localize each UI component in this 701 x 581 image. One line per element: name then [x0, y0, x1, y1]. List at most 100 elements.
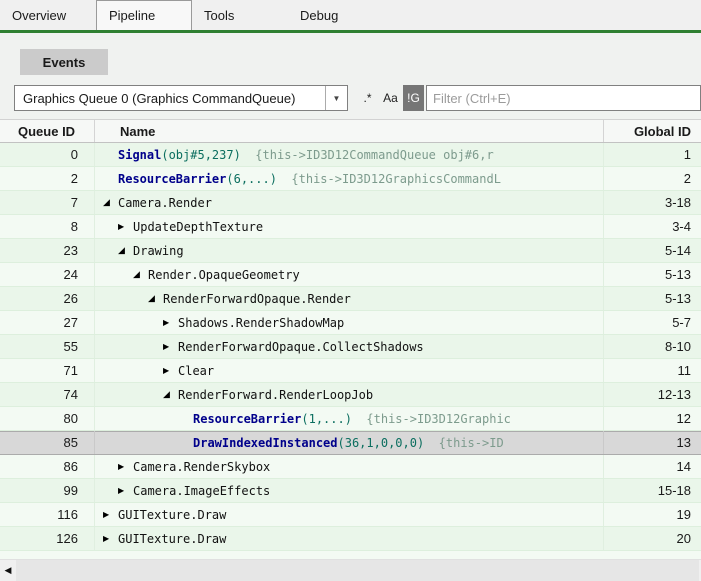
match-case-toggle-button[interactable]: Aa	[380, 85, 401, 111]
marker-label: GUITexture.Draw	[118, 532, 226, 546]
queue-id-cell: 80	[0, 407, 95, 430]
event-row-74[interactable]: 74◢RenderForward.RenderLoopJob12-13	[0, 383, 701, 407]
event-name-cell: ▶GUITexture.Draw	[95, 527, 604, 550]
global-id-cell: 5-14	[604, 239, 701, 262]
event-row-71[interactable]: 71▶Clear11	[0, 359, 701, 383]
event-row-8[interactable]: 8▶UpdateDepthTexture3-4	[0, 215, 701, 239]
global-id-cell: 2	[604, 167, 701, 190]
global-id-cell: 14	[604, 455, 701, 478]
event-name-cell: ▶UpdateDepthTexture	[95, 215, 604, 238]
queue-id-cell: 7	[0, 191, 95, 214]
tree-collapsed-icon[interactable]: ▶	[163, 366, 178, 375]
tree-collapsed-icon[interactable]: ▶	[163, 342, 178, 351]
queue-selector-dropdown[interactable]: Graphics Queue 0 (Graphics CommandQueue)…	[14, 85, 348, 111]
event-row-7[interactable]: 7 ◢Camera.Render 3-18	[0, 191, 701, 215]
tab-pipeline[interactable]: Pipeline	[96, 0, 192, 30]
queue-id-cell: 27	[0, 311, 95, 334]
event-row-80[interactable]: 80ResourceBarrier(1,...) {this->ID3D12Gr…	[0, 407, 701, 431]
global-id-cell: 20	[604, 527, 701, 550]
event-row-0[interactable]: 0 Signal(obj#5,237) {this->ID3D12CommandQ…	[0, 143, 701, 167]
event-name-cell: ResourceBarrier(1,...) {this->ID3D12Grap…	[95, 407, 604, 430]
graphics-filter-toggle-button[interactable]: !G	[403, 85, 424, 111]
marker-label: RenderForwardOpaque.CollectShadows	[178, 340, 424, 354]
events-toolbar: Graphics Queue 0 (Graphics CommandQueue)…	[14, 85, 701, 111]
event-row-85[interactable]: 85DrawIndexedInstanced(36,1,0,0,0) {this…	[0, 431, 701, 455]
queue-id-cell: 8	[0, 215, 95, 238]
queue-id-cell: 126	[0, 527, 95, 550]
horizontal-scrollbar[interactable]: ◀	[0, 559, 701, 581]
tab-debug[interactable]: Debug	[288, 0, 384, 30]
tree-collapsed-icon[interactable]: ▶	[103, 534, 118, 543]
event-name-cell: DrawIndexedInstanced(36,1,0,0,0) {this->…	[95, 431, 604, 454]
queue-id-cell: 23	[0, 239, 95, 262]
global-id-cell: 13	[604, 431, 701, 454]
tree-collapsed-icon[interactable]: ▶	[103, 510, 118, 519]
pix-events-window: OverviewPipelineToolsDebug Events Graphi…	[0, 0, 701, 581]
api-call-args: (obj#5,237)	[161, 148, 240, 162]
column-header-global-id[interactable]: Global ID	[604, 120, 701, 142]
global-id-cell: 5-13	[604, 263, 701, 286]
tree-expanded-icon[interactable]: ◢	[148, 294, 163, 304]
global-id-cell: 12-13	[604, 383, 701, 406]
api-call-name: DrawIndexedInstanced	[193, 436, 338, 450]
queue-id-cell: 0	[0, 143, 95, 166]
event-row-23[interactable]: 23 ◢Drawing 5-14	[0, 239, 701, 263]
chevron-down-icon: ▼	[333, 94, 341, 103]
api-call-name: Signal	[118, 148, 161, 162]
tree-collapsed-icon[interactable]: ▶	[118, 462, 133, 471]
event-row-26[interactable]: 26◢RenderForwardOpaque.Render5-13	[0, 287, 701, 311]
tab-events[interactable]: Events	[20, 49, 108, 75]
global-id-cell: 5-7	[604, 311, 701, 334]
event-row-86[interactable]: 86▶Camera.RenderSkybox14	[0, 455, 701, 479]
tree-expanded-icon[interactable]: ◢	[133, 270, 148, 280]
event-name-cell: ◢Render.OpaqueGeometry	[95, 263, 604, 286]
main-tabbar: OverviewPipelineToolsDebug	[0, 0, 701, 30]
event-name-cell: ▶RenderForwardOpaque.CollectShadows	[95, 335, 604, 358]
tab-overview[interactable]: Overview	[0, 0, 96, 30]
regex-toggle-button[interactable]: .*	[357, 85, 378, 111]
event-name-cell: ▶GUITexture.Draw	[95, 503, 604, 526]
global-id-cell: 8-10	[604, 335, 701, 358]
tree-expanded-icon[interactable]: ◢	[103, 198, 118, 208]
global-id-cell: 3-18	[604, 191, 701, 214]
tab-tools[interactable]: Tools	[192, 0, 288, 30]
table-empty-space	[0, 551, 701, 559]
dropdown-arrow-button[interactable]: ▼	[325, 86, 347, 110]
marker-label: Camera.ImageEffects	[133, 484, 270, 498]
column-header-name[interactable]: Name	[95, 120, 604, 142]
event-name-cell: ◢RenderForward.RenderLoopJob	[95, 383, 604, 406]
tree-expanded-icon[interactable]: ◢	[118, 246, 133, 256]
event-row-2[interactable]: 2ResourceBarrier(6,...) {this->ID3D12Gra…	[0, 167, 701, 191]
queue-id-cell: 26	[0, 287, 95, 310]
tree-expanded-icon[interactable]: ◢	[163, 390, 178, 400]
marker-label: Shadows.RenderShadowMap	[178, 316, 344, 330]
event-name-cell: ▶Camera.ImageEffects	[95, 479, 604, 502]
event-row-27[interactable]: 27 ▶Shadows.RenderShadowMap 5-7	[0, 311, 701, 335]
scrollbar-thumb[interactable]	[16, 560, 699, 581]
event-row-126[interactable]: 126▶GUITexture.Draw20	[0, 527, 701, 551]
tree-collapsed-icon[interactable]: ▶	[163, 318, 178, 327]
queue-id-cell: 71	[0, 359, 95, 382]
event-row-55[interactable]: 55▶RenderForwardOpaque.CollectShadows8-1…	[0, 335, 701, 359]
filter-input[interactable]	[426, 85, 701, 111]
column-header-queue-id[interactable]: Queue ID	[0, 120, 95, 142]
tree-collapsed-icon[interactable]: ▶	[118, 222, 133, 231]
queue-id-cell: 99	[0, 479, 95, 502]
api-call-name: ResourceBarrier	[118, 172, 226, 186]
marker-label: Drawing	[133, 244, 184, 258]
events-panel: Events Graphics Queue 0 (Graphics Comman…	[0, 33, 701, 581]
event-row-99[interactable]: 99▶Camera.ImageEffects15-18	[0, 479, 701, 503]
events-table-body: 0 Signal(obj#5,237) {this->ID3D12CommandQ…	[0, 143, 701, 551]
api-call-args: (1,...)	[301, 412, 352, 426]
marker-label: RenderForward.RenderLoopJob	[178, 388, 373, 402]
marker-label: GUITexture.Draw	[118, 508, 226, 522]
tree-collapsed-icon[interactable]: ▶	[118, 486, 133, 495]
marker-label: Camera.Render	[118, 196, 212, 210]
scroll-left-icon[interactable]: ◀	[0, 565, 16, 576]
marker-label: UpdateDepthTexture	[133, 220, 263, 234]
api-call-detail: {this->ID3D12CommandQueue obj#6,r	[241, 148, 494, 162]
event-row-116[interactable]: 116▶GUITexture.Draw19	[0, 503, 701, 527]
event-name-cell: ◢RenderForwardOpaque.Render	[95, 287, 604, 310]
global-id-cell: 19	[604, 503, 701, 526]
event-row-24[interactable]: 24◢Render.OpaqueGeometry5-13	[0, 263, 701, 287]
